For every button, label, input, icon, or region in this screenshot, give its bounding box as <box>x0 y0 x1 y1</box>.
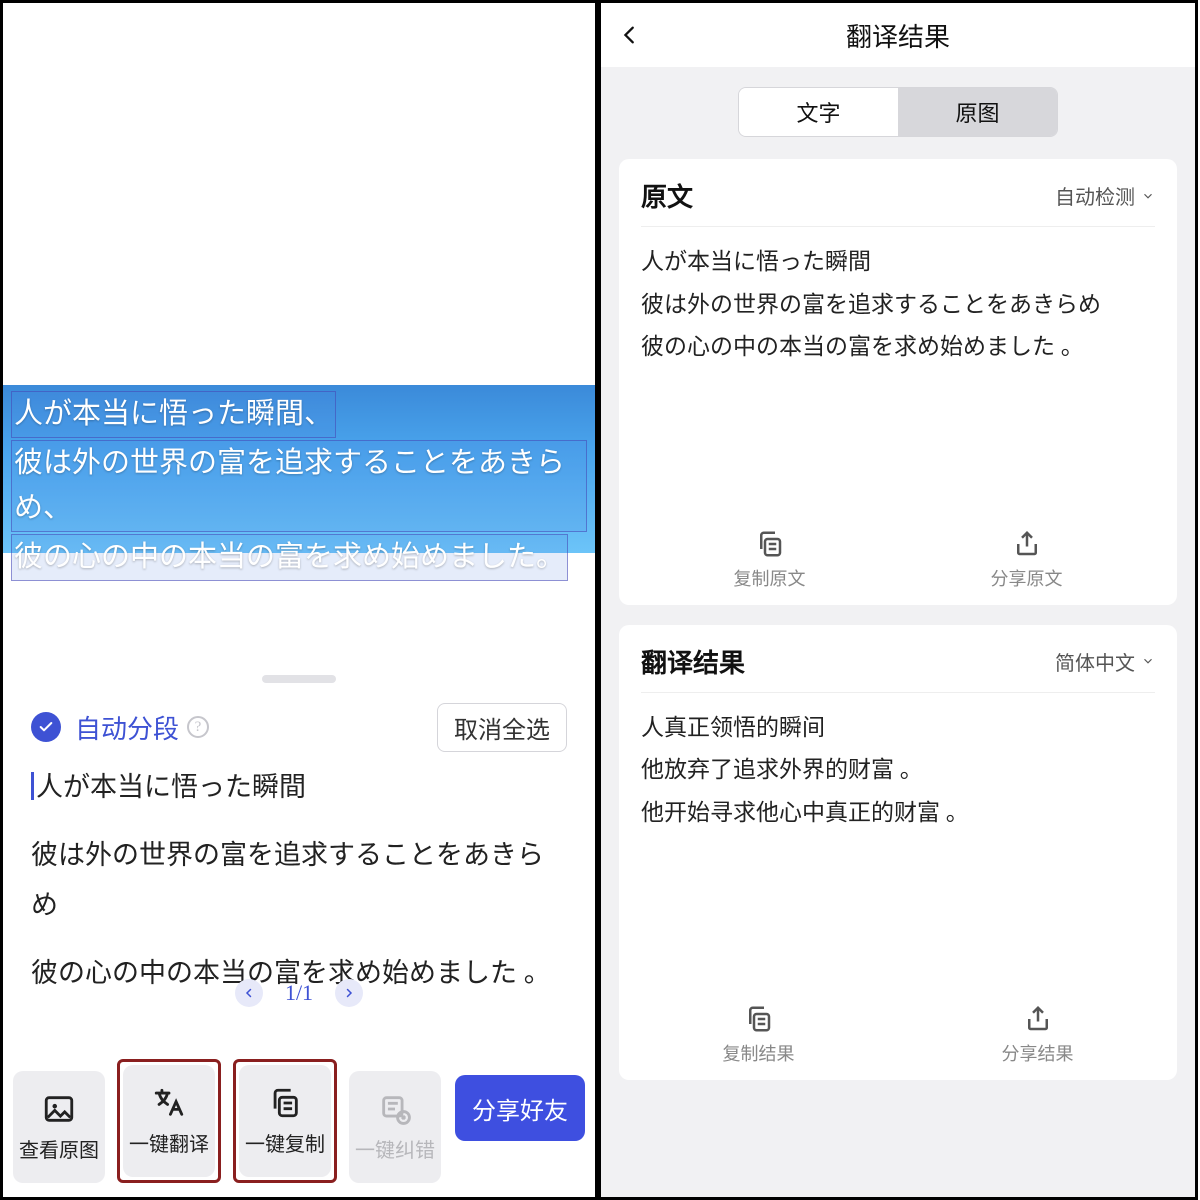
screen-translation-result: 翻译结果 文字 原图 原文 自动检测 人が本当に悟った瞬間 彼は外の世界の富を追… <box>598 0 1198 1200</box>
undo-icon <box>378 1092 412 1126</box>
translate-icon <box>152 1086 186 1120</box>
image-icon <box>42 1092 76 1126</box>
btn-label: 查看原图 <box>19 1134 99 1163</box>
text-caret <box>31 772 34 800</box>
result-card: 翻译结果 简体中文 人真正领悟的瞬间 他放弃了追求外界的财富 。 他开始寻求他心… <box>619 625 1177 1080</box>
result-text[interactable]: 人真正领悟的瞬间 他放弃了追求外界的财富 。 他开始寻求他心中真正的财富 。 <box>641 707 1155 835</box>
ocr-line[interactable]: 彼の心の中の本当の富を求め始めました。 <box>11 534 568 581</box>
action-label: 分享原文 <box>991 565 1063 591</box>
highlight-box: 一键复制 <box>233 1059 337 1183</box>
detected-line: 彼は外の世界の富を追求することをあきらめ <box>31 831 567 931</box>
source-card: 原文 自动检测 人が本当に悟った瞬間 彼は外の世界の富を追求することをあきらめ … <box>619 159 1177 605</box>
ocr-line[interactable]: 彼は外の世界の富を追求することをあきらめ、 <box>11 440 587 532</box>
auto-segment-label: 自动分段 <box>75 709 179 746</box>
share-source-button[interactable]: 分享原文 <box>991 529 1063 591</box>
pager-count: 1/1 <box>285 980 313 1006</box>
pager: 1/1 <box>3 973 595 1013</box>
copy-icon <box>755 529 785 559</box>
copy-icon <box>268 1086 302 1120</box>
header: 翻译结果 <box>601 3 1195 67</box>
source-text[interactable]: 人が本当に悟った瞬間 彼は外の世界の富を追求することをあきらめ 彼の心の中の本当… <box>641 241 1155 369</box>
deselect-all-button[interactable]: 取消全选 <box>437 703 567 752</box>
result-heading: 翻译结果 <box>641 643 745 680</box>
chevron-down-icon <box>1141 189 1155 203</box>
detected-text-area[interactable]: 人が本当に悟った瞬間 彼は外の世界の富を追求することをあきらめ 彼の心の中の本当… <box>31 763 567 999</box>
help-icon[interactable]: ? <box>187 716 209 738</box>
result-line: 他放弃了追求外界的财富 。 <box>641 749 1155 792</box>
source-heading: 原文 <box>641 177 693 214</box>
target-language-selector[interactable]: 简体中文 <box>1055 647 1155 676</box>
source-line: 彼の心の中の本当の富を求め始めました 。 <box>641 326 1155 369</box>
sheet-drag-handle[interactable] <box>262 675 336 683</box>
tab-text[interactable]: 文字 <box>739 88 898 136</box>
view-original-button[interactable]: 查看原图 <box>13 1071 105 1183</box>
pager-prev-button[interactable] <box>235 979 263 1007</box>
share-friends-button[interactable]: 分享好友 <box>455 1075 585 1141</box>
ocr-line[interactable]: 人が本当に悟った瞬間、 <box>11 391 336 438</box>
share-result-button[interactable]: 分享结果 <box>1002 1004 1074 1066</box>
btn-label: 一键纠错 <box>355 1134 435 1163</box>
source-line: 人が本当に悟った瞬間 <box>641 241 1155 284</box>
action-label: 复制原文 <box>734 565 806 591</box>
action-label: 复制结果 <box>723 1040 795 1066</box>
bottom-toolbar: 查看原图 一键翻译 一键复制 <box>13 1033 585 1183</box>
btn-label: 一键翻译 <box>129 1128 209 1157</box>
source-line: 彼は外の世界の富を追求することをあきらめ <box>641 284 1155 327</box>
tab-image[interactable]: 原图 <box>898 88 1057 136</box>
auto-segment-checkbox[interactable] <box>31 712 61 742</box>
chevron-down-icon <box>1141 654 1155 668</box>
share-icon <box>1023 1004 1053 1034</box>
undo-button[interactable]: 一键纠错 <box>349 1071 441 1183</box>
result-line: 他开始寻求他心中真正的财富 。 <box>641 792 1155 835</box>
copy-result-button[interactable]: 复制结果 <box>723 1004 795 1066</box>
copy-button[interactable]: 一键复制 <box>239 1065 331 1177</box>
highlight-box: 一键翻译 <box>117 1059 221 1183</box>
action-label: 分享结果 <box>1002 1040 1074 1066</box>
btn-label: 一键复制 <box>245 1128 325 1157</box>
back-button[interactable] <box>619 24 641 46</box>
screen-ocr: 人が本当に悟った瞬間、 彼は外の世界の富を追求することをあきらめ、 彼の心の中の… <box>0 0 598 1200</box>
share-icon <box>1012 529 1042 559</box>
result-line: 人真正领悟的瞬间 <box>641 707 1155 750</box>
pager-next-button[interactable] <box>335 979 363 1007</box>
view-mode-toggle: 文字 原图 <box>738 87 1058 137</box>
translate-button[interactable]: 一键翻译 <box>123 1065 215 1177</box>
detected-line: 人が本当に悟った瞬間 <box>36 772 306 802</box>
source-language-selector[interactable]: 自动检测 <box>1055 181 1155 210</box>
ocr-overlay: 人が本当に悟った瞬間、 彼は外の世界の富を追求することをあきらめ、 彼の心の中の… <box>3 385 595 553</box>
copy-icon <box>744 1004 774 1034</box>
page-title: 翻译结果 <box>846 17 950 54</box>
copy-source-button[interactable]: 复制原文 <box>734 529 806 591</box>
